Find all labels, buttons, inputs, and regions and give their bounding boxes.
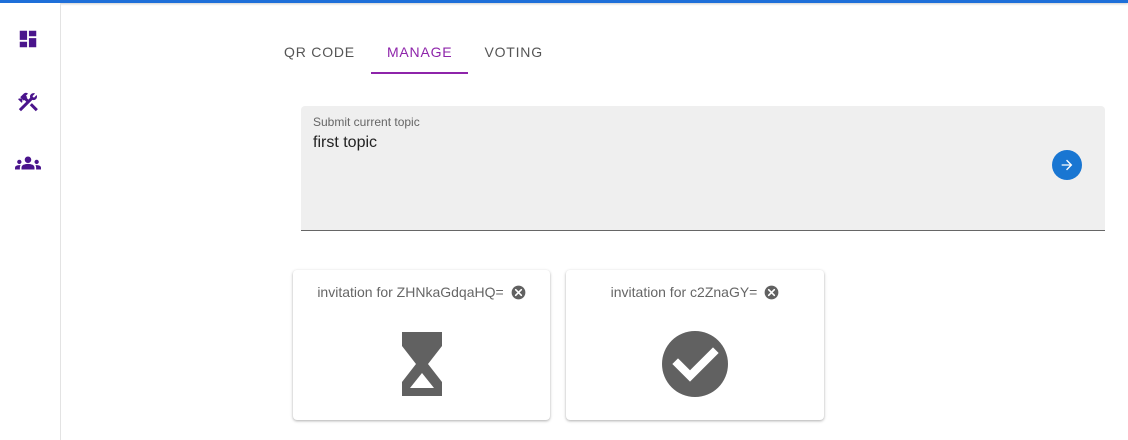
submit-topic-button[interactable]	[1052, 150, 1082, 180]
tab-qr-code[interactable]: QR CODE	[268, 30, 371, 74]
tab-manage[interactable]: MANAGE	[370, 30, 469, 74]
hourglass-icon	[401, 332, 442, 396]
invitation-status	[293, 330, 550, 398]
tab-voting[interactable]: VOTING	[468, 30, 558, 74]
dashboard-icon	[19, 30, 37, 48]
invitation-card: invitation for c2ZnaGY=	[566, 270, 824, 420]
invitation-card: invitation for ZHNkaGdqaHQ=	[293, 270, 550, 420]
check-circle-icon	[662, 331, 728, 397]
topic-textarea[interactable]: Submit current topic first topic	[301, 106, 1105, 231]
groups-icon	[15, 156, 41, 170]
tools-icon	[18, 92, 38, 112]
cancel-icon	[764, 285, 779, 299]
sidebar-item-tools[interactable]	[14, 88, 42, 116]
topic-label: Submit current topic	[313, 115, 420, 129]
invitation-card-header: invitation for ZHNkaGdqaHQ=	[293, 284, 550, 300]
tab-bar: QR CODE MANAGE VOTING	[268, 30, 559, 74]
invitation-card-header: invitation for c2ZnaGY=	[566, 284, 824, 300]
sidebar-item-dashboard[interactable]	[14, 25, 42, 53]
sidebar-item-groups[interactable]	[14, 149, 42, 177]
cancel-icon	[511, 285, 526, 299]
remove-invitation-button[interactable]	[764, 285, 779, 300]
arrow-right-icon	[1061, 159, 1073, 171]
invitation-status	[566, 330, 824, 398]
top-app-bar	[0, 0, 1128, 3]
invitation-title: invitation for c2ZnaGY=	[610, 284, 758, 300]
topic-input-value[interactable]: first topic	[313, 134, 377, 152]
invitation-title: invitation for ZHNkaGdqaHQ=	[317, 284, 504, 300]
remove-invitation-button[interactable]	[511, 285, 526, 300]
sidebar-nav	[0, 3, 61, 440]
